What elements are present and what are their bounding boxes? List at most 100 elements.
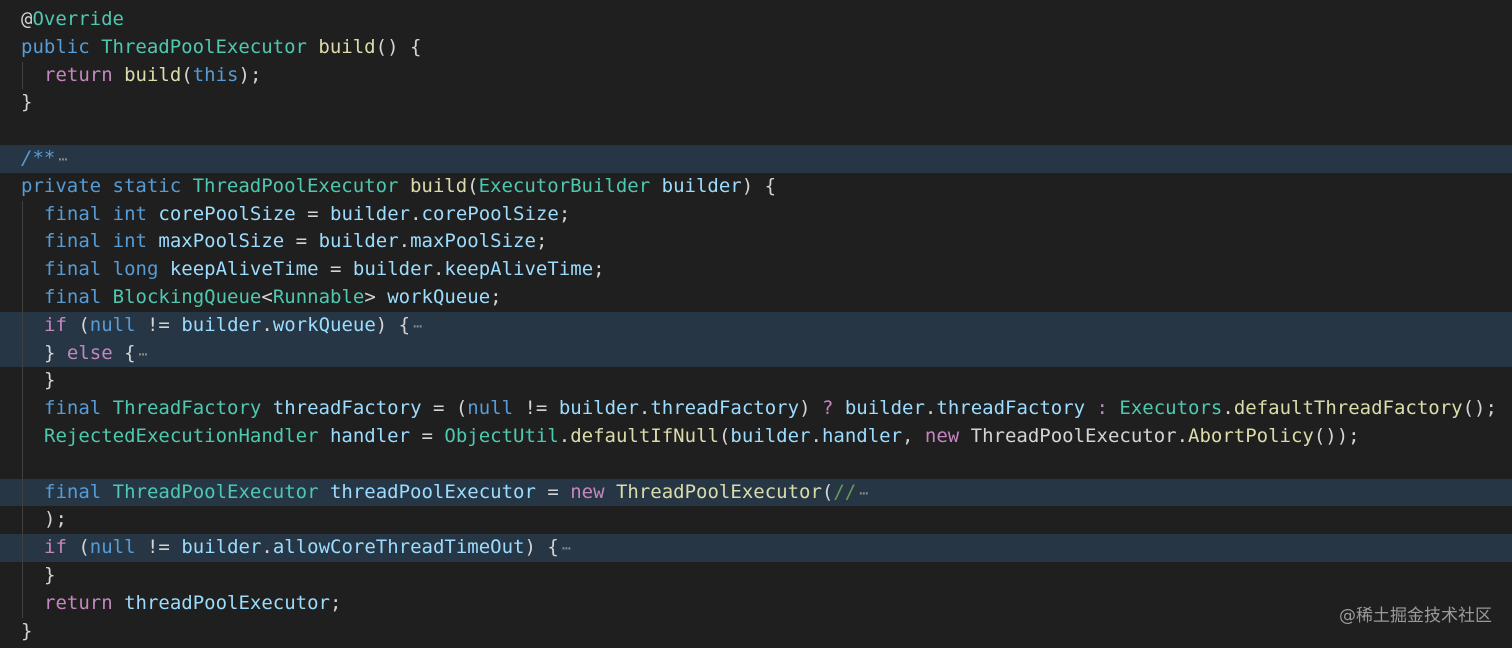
code-token: ( — [78, 536, 90, 559]
code-line[interactable]: } — [0, 618, 1512, 646]
code-token: Executors — [1119, 397, 1223, 420]
code-token: ); — [44, 508, 67, 531]
indent-guide — [21, 562, 44, 590]
code-line[interactable]: final ThreadFactory threadFactory = (nul… — [0, 395, 1512, 423]
code-token: return — [44, 63, 125, 86]
code-token: ; — [490, 286, 502, 308]
code-token: public — [21, 35, 102, 58]
code-token: final — [44, 286, 113, 308]
code-line[interactable]: ); — [0, 506, 1512, 534]
code-line[interactable]: return threadPoolExecutor; — [0, 589, 1512, 618]
code-token: ExecutorBuilder — [478, 174, 662, 197]
code-token: builder — [730, 425, 811, 447]
code-token: ) { — [375, 313, 411, 336]
code-line[interactable]: @Override — [0, 6, 1512, 34]
code-token: threadFactory — [936, 397, 1097, 420]
code-line[interactable]: final BlockingQueue<Runnable> workQueue; — [0, 284, 1512, 312]
code-line[interactable]: final long keepAliveTime = builder.keepA… — [0, 256, 1512, 284]
indent-guide — [21, 339, 44, 368]
code-token: . — [924, 397, 937, 420]
watermark-label: @稀土掘金技术社区 — [1339, 606, 1492, 626]
code-token: : — [1096, 397, 1120, 420]
code-token: null — [89, 313, 147, 336]
code-token: else — [66, 341, 125, 364]
code-line[interactable]: } — [0, 89, 1512, 117]
fold-ellipsis-icon[interactable]: ⋯ — [859, 484, 868, 502]
code-token: () { — [375, 35, 422, 58]
code-token: . — [261, 536, 273, 559]
code-token: defaultIfNull — [570, 425, 719, 447]
code-line[interactable]: } — [0, 367, 1512, 395]
fold-ellipsis-icon[interactable]: ⋯ — [58, 150, 67, 168]
code-line[interactable] — [0, 117, 1512, 145]
code-token: ( — [78, 313, 90, 336]
code-token: = — [307, 202, 330, 225]
indent-guide — [21, 450, 44, 479]
code-token: ()); — [1313, 425, 1360, 447]
code-token: . — [638, 397, 651, 420]
indent-guide — [21, 395, 44, 423]
code-line[interactable]: final ThreadPoolExecutor threadPoolExecu… — [0, 478, 1512, 507]
code-line[interactable]: } — [0, 562, 1512, 590]
fold-ellipsis-icon[interactable]: ⋯ — [139, 345, 148, 363]
code-line[interactable] — [0, 450, 1512, 479]
code-token: if — [44, 536, 79, 559]
code-token: ; — [558, 202, 571, 225]
code-token: corePoolSize — [421, 202, 559, 225]
indent-guide — [21, 506, 44, 534]
code-line[interactable]: /** ⋯ — [0, 145, 1512, 173]
code-token: builder — [844, 397, 925, 420]
code-token: ThreadPoolExecutor — [112, 480, 330, 503]
indent-guide — [21, 423, 44, 451]
code-token: ; — [535, 230, 548, 253]
code-token: private static — [21, 174, 193, 197]
fold-ellipsis-icon[interactable]: ⋯ — [413, 317, 422, 335]
code-token: maxPoolSize — [410, 230, 536, 253]
code-line[interactable]: if (null != builder.workQueue) {⋯ — [0, 311, 1512, 340]
code-token: BlockingQueue — [112, 286, 262, 308]
code-token: = — [421, 425, 445, 447]
fold-ellipsis-icon[interactable]: ⋯ — [562, 539, 571, 557]
code-line[interactable]: private static ThreadPoolExecutor build(… — [0, 173, 1512, 201]
code-token: = — [547, 480, 571, 503]
code-token: ThreadPoolExecutor — [101, 35, 319, 58]
code-token: RejectedExecutionHandler — [44, 425, 330, 447]
code-token: } — [44, 369, 56, 392]
code-token: threadFactory — [272, 397, 433, 420]
code-token: { — [124, 341, 136, 364]
indent-guide — [21, 478, 44, 507]
indent-guide — [21, 534, 44, 562]
code-token: final — [44, 397, 113, 420]
code-token: keepAliveTime — [444, 258, 594, 281]
code-token: handler — [329, 425, 422, 447]
code-token: } — [44, 341, 67, 364]
code-token: if — [44, 313, 79, 336]
code-token: != — [146, 536, 182, 559]
code-token: . — [432, 258, 445, 281]
code-token: ThreadFactory — [112, 397, 273, 420]
code-line[interactable]: public ThreadPoolExecutor build() { — [0, 34, 1512, 62]
indent-guide — [21, 61, 44, 90]
code-line[interactable]: RejectedExecutionHandler handler = Objec… — [0, 423, 1512, 451]
code-token: . — [810, 425, 822, 447]
indent-guide — [21, 367, 44, 395]
code-editor[interactable]: } return threadPoolExecutor;} if (null != … — [0, 0, 1512, 648]
code-token: builder — [181, 536, 262, 559]
code-line[interactable]: if (null != builder.allowCoreThreadTimeO… — [0, 534, 1512, 562]
code-token: ) — [799, 397, 822, 420]
code-line[interactable]: final int corePoolSize = builder.corePoo… — [0, 200, 1512, 229]
code-token: null — [89, 536, 147, 559]
code-token: final long — [44, 258, 170, 281]
code-token: != — [146, 313, 182, 336]
code-token: AbortPolicy — [1188, 425, 1314, 447]
code-line[interactable]: final int maxPoolSize = builder.maxPoolS… — [0, 228, 1512, 256]
code-line[interactable]: return build(this); — [0, 61, 1512, 90]
code-token: workQueue — [272, 313, 376, 336]
code-token: /** — [21, 147, 56, 169]
code-token: final int — [44, 230, 159, 253]
code-token: . — [558, 425, 571, 447]
code-token: ThreadPoolExecutor — [615, 480, 822, 503]
code-token: builder — [181, 313, 262, 336]
code-token: null — [467, 397, 525, 420]
code-line[interactable]: } else {⋯ — [0, 339, 1512, 368]
